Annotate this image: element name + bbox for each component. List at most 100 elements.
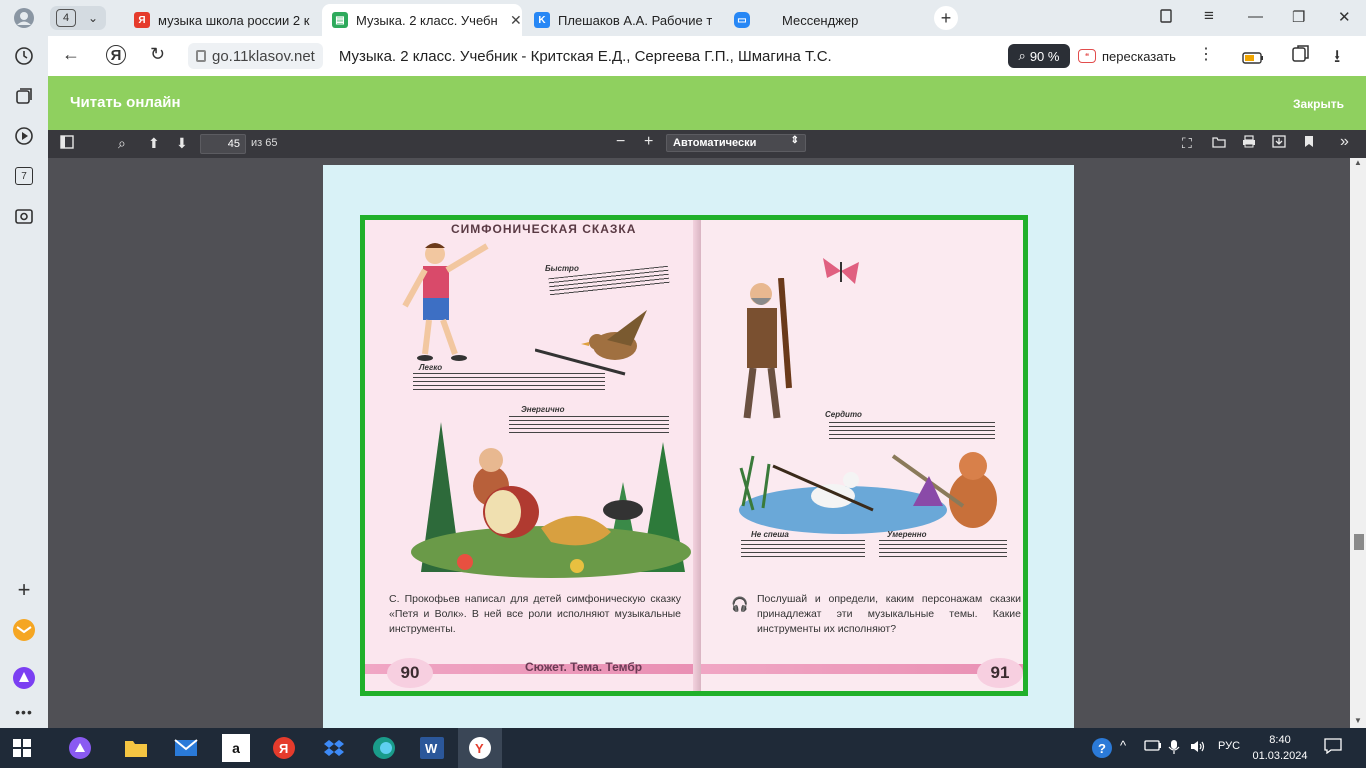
clock[interactable]: 8:40 01.03.2024 — [1252, 732, 1308, 764]
domain-text: go.11klasov.net — [212, 47, 315, 65]
page-number-right: 91 — [977, 658, 1023, 688]
page-number-input[interactable]: 45 — [200, 134, 246, 154]
more-vertical-icon[interactable]: ⋮ — [1198, 44, 1214, 64]
zoom-badge[interactable]: ⌕ 90 % — [1008, 44, 1070, 68]
new-tab-button[interactable]: + — [934, 6, 958, 30]
clock-time: 8:40 — [1269, 734, 1291, 746]
domain-pill[interactable]: go.11klasov.net — [188, 43, 323, 69]
label-umerenno: Умеренно — [887, 530, 927, 539]
tab-pleshakov[interactable]: K Плешаков А.А. Рабочие те — [524, 4, 720, 36]
more-icon[interactable]: ••• — [10, 698, 38, 726]
page-number-left: 90 — [387, 658, 433, 688]
edge-icon[interactable] — [370, 734, 398, 762]
retell-icon: ❝ — [1078, 49, 1096, 63]
tab-search[interactable]: Я музыка школа россии 2 к — [124, 4, 320, 36]
select-arrows-icon: ⇕ — [790, 135, 799, 146]
zoom-in-icon[interactable]: + — [644, 133, 653, 151]
label-bystro: Быстро — [545, 264, 579, 273]
pdf-viewer[interactable]: СИМФОНИЧЕСКАЯ СКАЗКА Быстро Легко Энерги… — [48, 158, 1350, 728]
taskbar: a Я W Y ? ^ РУС 8:40 01.03.2024 — [0, 728, 1366, 768]
restore-icon[interactable]: ❐ — [1292, 8, 1305, 26]
staff-cat — [879, 540, 1007, 558]
tab-bookmarks-icon[interactable] — [1158, 8, 1174, 28]
tray-chevron-icon[interactable]: ^ — [1120, 738, 1126, 753]
next-page-icon[interactable]: ⬇ — [176, 135, 188, 152]
magnifier-icon: ⌕ — [1018, 48, 1026, 63]
staff-duck — [741, 540, 865, 558]
menu-icon[interactable]: ≡ — [1204, 6, 1214, 26]
sidebar-toggle-icon[interactable] — [60, 135, 74, 152]
reader-header: Читать онлайн Закрыть — [48, 76, 1366, 130]
collections-icon[interactable] — [10, 82, 38, 110]
tray-battery-icon[interactable] — [1144, 740, 1162, 754]
bookmark-pdf-icon[interactable] — [1304, 135, 1314, 151]
book-icon: ▤ — [332, 12, 348, 28]
video-icon[interactable] — [10, 122, 38, 150]
save-icon[interactable] — [1272, 135, 1286, 151]
open-file-icon[interactable] — [1212, 135, 1226, 151]
svg-text:?: ? — [1098, 741, 1106, 756]
microphone-icon[interactable] — [1168, 740, 1180, 757]
scale-select[interactable]: Автоматически ⇕ — [666, 134, 806, 152]
pdf-toolbar: ⌕ ⬆ ⬇ 45 из 65 − + Автоматически ⇕ ⛶ » — [48, 130, 1366, 158]
url-field[interactable]: go.11klasov.net Музыка. 2 класс. Учебник… — [186, 41, 1048, 71]
print-icon[interactable] — [1242, 135, 1256, 151]
scroll-up-icon[interactable]: ▲ — [1354, 158, 1362, 167]
help-icon[interactable]: ? — [1088, 734, 1116, 762]
screenshot-icon[interactable] — [10, 202, 38, 230]
yandex-browser-taskbar-icon[interactable]: Y — [458, 728, 502, 768]
right-paragraph: Послушай и определи, каким персонажам ск… — [757, 593, 1021, 635]
tab-music-textbook[interactable]: ▤ Музыка. 2 класс. Учебн ✕ — [322, 4, 522, 36]
yandex-home-icon[interactable]: Я — [106, 45, 126, 65]
scroll-down-icon[interactable]: ▼ — [1354, 716, 1362, 725]
tab-count-button[interactable]: 4 ⌄ — [50, 6, 106, 30]
notifications-icon[interactable] — [1324, 738, 1342, 757]
retell-button[interactable]: ❝ пересказать — [1078, 44, 1176, 68]
dropbox-icon[interactable] — [320, 734, 348, 762]
alice-icon[interactable] — [10, 664, 38, 692]
close-tab-icon[interactable]: ✕ — [510, 12, 522, 29]
tools-menu-icon[interactable]: » — [1340, 133, 1349, 151]
left-paragraph: С. Прокофьев написал для детей симфониче… — [389, 593, 681, 635]
find-icon[interactable]: ⌕ — [118, 135, 126, 152]
bird-flute-illustration — [535, 310, 647, 376]
mail-icon[interactable] — [172, 734, 200, 762]
profile-icon[interactable] — [10, 4, 38, 32]
tab-messenger[interactable]: ▭ Мессенджер — [724, 4, 920, 36]
word-icon[interactable]: W — [418, 734, 446, 762]
staff-petya — [413, 373, 605, 391]
page-title: Музыка. 2 класс. Учебник - Критская Е.Д.… — [338, 47, 832, 65]
yandex-icon: Я — [134, 12, 150, 28]
zoom-out-icon[interactable]: − — [616, 133, 625, 151]
minimize-icon[interactable]: — — [1248, 8, 1263, 25]
retell-label: пересказать — [1102, 48, 1176, 64]
language-indicator[interactable]: РУС — [1218, 740, 1240, 752]
butterfly-illustration — [823, 258, 859, 284]
hunters-forest-illustration — [411, 422, 691, 578]
alice-taskbar-icon[interactable] — [66, 734, 94, 762]
close-reader-button[interactable]: Закрыть — [1293, 97, 1344, 111]
back-icon[interactable]: ← — [62, 44, 80, 65]
grandfather-bassoon-illustration — [743, 278, 792, 419]
scrollbar-thumb[interactable] — [1354, 534, 1364, 550]
page-count: из 65 — [251, 137, 278, 149]
battery-icon[interactable] — [1242, 48, 1264, 69]
chevron-down-icon: ⌄ — [88, 11, 99, 25]
file-explorer-icon[interactable] — [122, 734, 150, 762]
close-window-icon[interactable]: ✕ — [1338, 8, 1351, 26]
presentation-mode-icon[interactable]: ⛶ — [1182, 135, 1192, 152]
mail-app-icon[interactable] — [10, 616, 38, 644]
previous-page-icon[interactable]: ⬆ — [148, 135, 160, 152]
petya-illustration — [402, 243, 489, 361]
download-icon[interactable]: ⭳ — [1334, 44, 1340, 74]
reload-icon[interactable]: ↻ — [150, 44, 165, 65]
viewer-scrollbar[interactable]: ▲ ▼ — [1350, 158, 1366, 728]
calendar-icon[interactable]: 7 — [10, 162, 38, 190]
history-icon[interactable] — [10, 42, 38, 70]
amazon-icon[interactable]: a — [222, 734, 250, 762]
add-panel-icon[interactable]: + — [10, 576, 38, 604]
windows-start-icon[interactable] — [8, 734, 36, 762]
extensions-icon[interactable] — [1290, 44, 1310, 69]
volume-icon[interactable] — [1190, 740, 1206, 756]
yandex-taskbar-icon[interactable]: Я — [270, 734, 298, 762]
